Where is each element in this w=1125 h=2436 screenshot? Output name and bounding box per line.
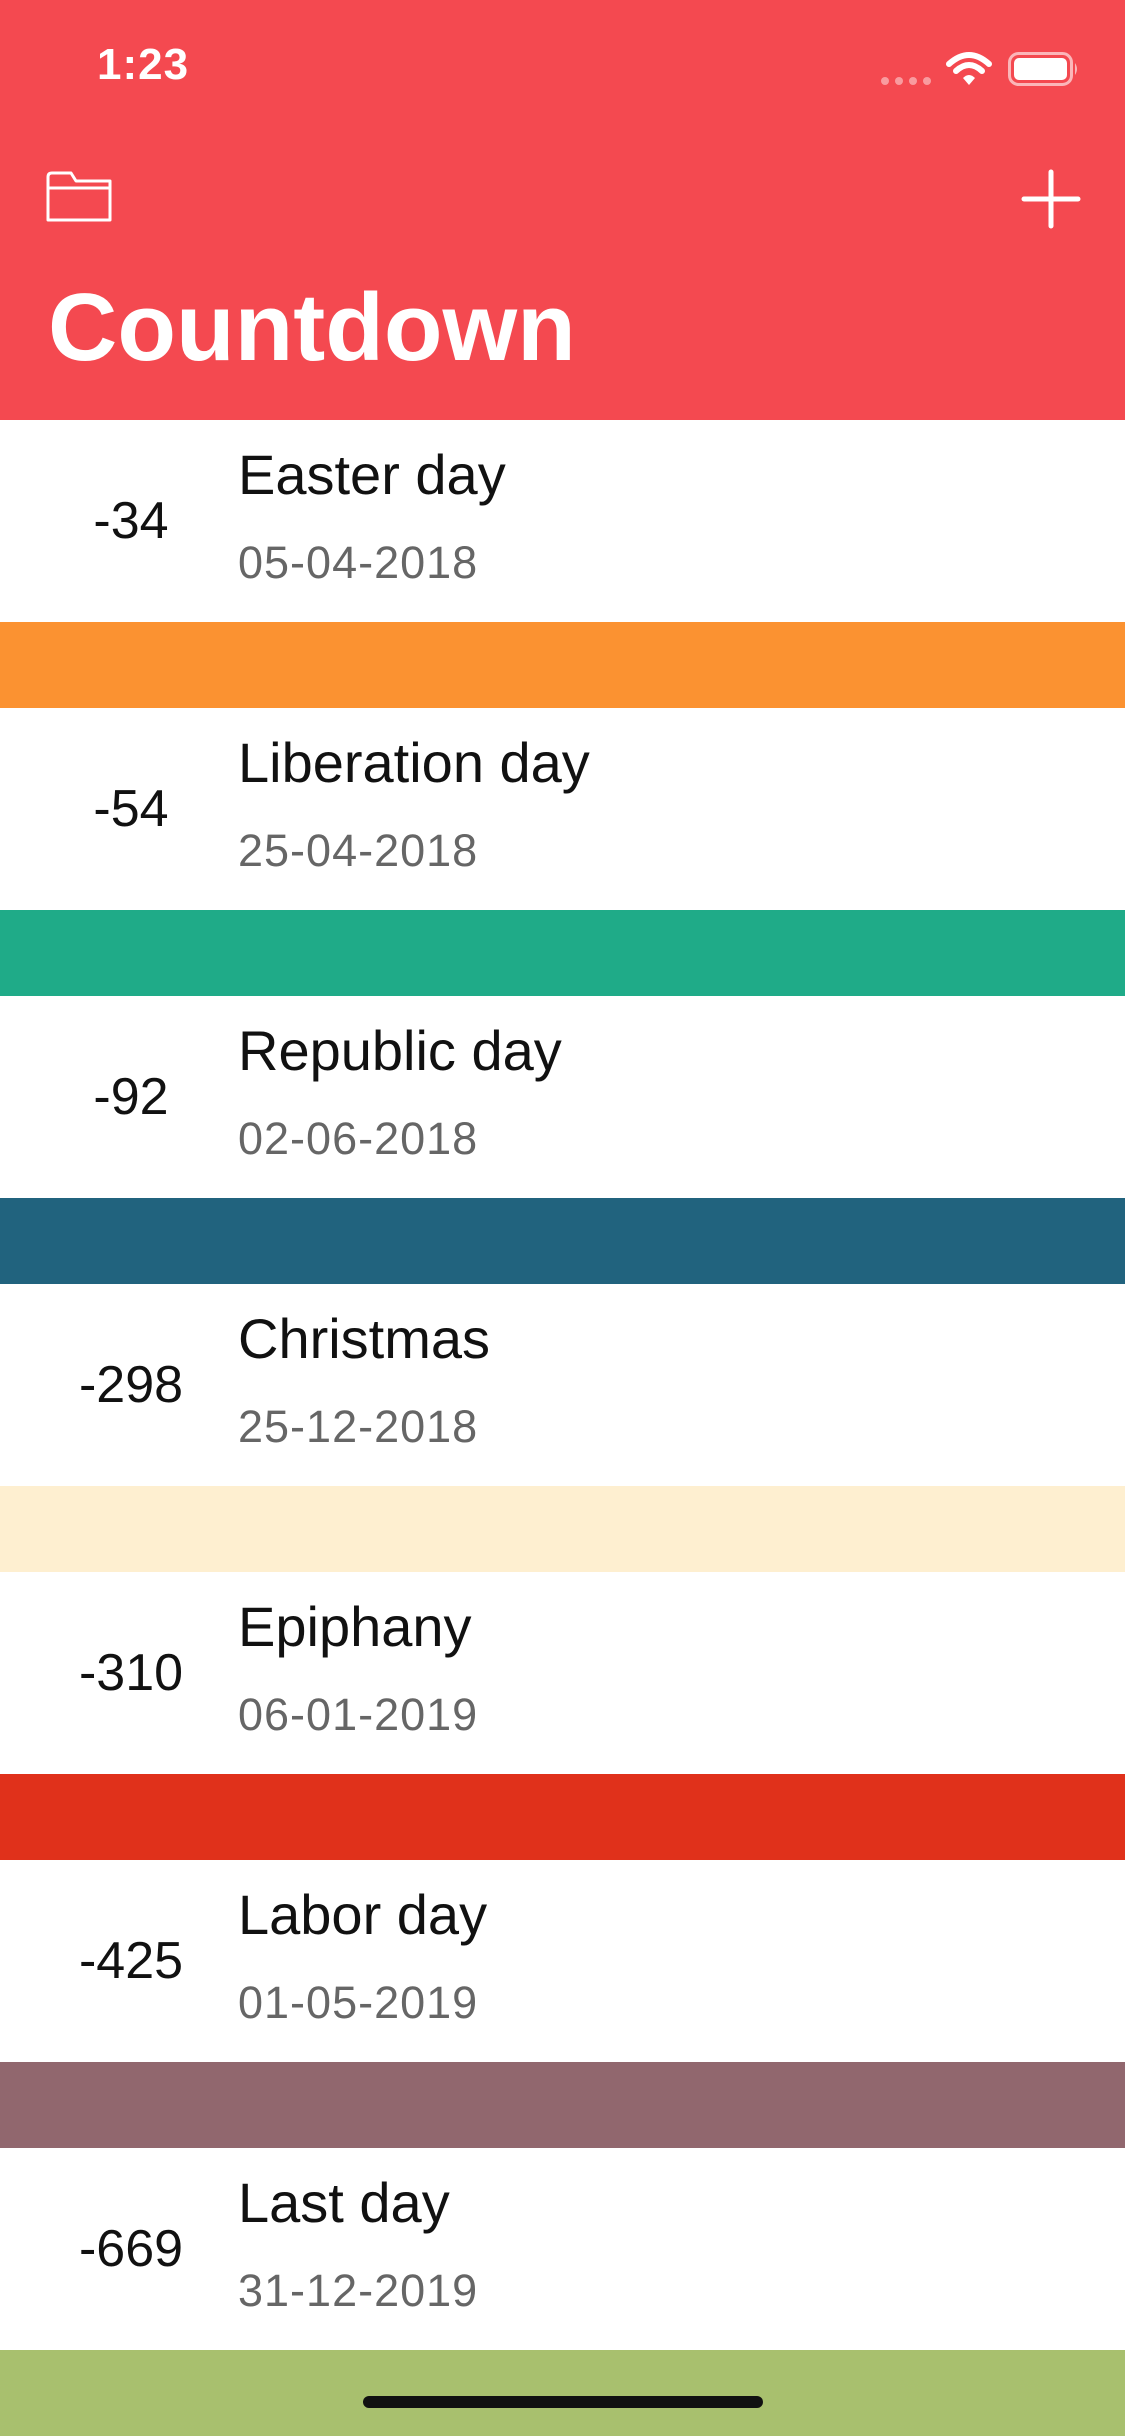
home-indicator[interactable] — [363, 2396, 763, 2408]
days-remaining: -54 — [93, 780, 169, 838]
event-name: Last day — [238, 2171, 450, 2234]
event-date: 31-12-2019 — [238, 2265, 479, 2316]
battery-icon — [1008, 52, 1077, 86]
event-date: 25-04-2018 — [238, 825, 479, 876]
event-name: Liberation day — [238, 731, 590, 794]
list-item[interactable]: -298 Christmas 25-12-2018 — [0, 1284, 1125, 1486]
event-date: 05-04-2018 — [238, 537, 479, 588]
page-title: Countdown — [48, 274, 576, 381]
color-band — [0, 622, 1125, 708]
list-item[interactable]: -669 Last day 31-12-2019 — [0, 2148, 1125, 2350]
event-date: 25-12-2018 — [238, 1401, 479, 1452]
list-item[interactable]: -92 Republic day 02-06-2018 — [0, 996, 1125, 1198]
list-item[interactable]: -310 Epiphany 06-01-2019 — [0, 1572, 1125, 1774]
status-time: 1:23 — [97, 40, 190, 89]
days-remaining: -298 — [78, 1356, 184, 1414]
event-name: Labor day — [238, 1883, 488, 1946]
list-item[interactable]: -54 Liberation day 25-04-2018 — [0, 708, 1125, 910]
color-band — [0, 2350, 1125, 2436]
color-band — [0, 1198, 1125, 1284]
color-band — [0, 1486, 1125, 1572]
folder-icon[interactable] — [46, 167, 112, 223]
navigation-header: 1:23 Countdown — [0, 0, 1125, 420]
color-band — [0, 910, 1125, 996]
event-name: Easter day — [238, 443, 506, 506]
color-band — [0, 2062, 1125, 2148]
event-date: 06-01-2019 — [238, 1689, 479, 1740]
countdown-list: -34 Easter day 05-04-2018 -54 Liberation… — [0, 420, 1125, 2436]
list-item[interactable]: -425 Labor day 01-05-2019 — [0, 1860, 1125, 2062]
color-band — [0, 1774, 1125, 1860]
wifi-icon — [946, 52, 992, 85]
add-event-button[interactable] — [1018, 166, 1084, 232]
event-date: 02-06-2018 — [238, 1113, 479, 1164]
event-date: 01-05-2019 — [238, 1977, 479, 2028]
event-name: Epiphany — [238, 1595, 472, 1658]
event-name: Republic day — [238, 1019, 562, 1082]
days-remaining: -310 — [78, 1644, 184, 1702]
days-remaining: -669 — [78, 2220, 184, 2278]
list-item[interactable]: -34 Easter day 05-04-2018 — [0, 420, 1125, 622]
cellular-signal-icon — [881, 77, 931, 85]
days-remaining: -34 — [93, 492, 169, 550]
event-name: Christmas — [238, 1307, 491, 1370]
days-remaining: -425 — [78, 1932, 184, 1990]
days-remaining: -92 — [93, 1068, 169, 1126]
